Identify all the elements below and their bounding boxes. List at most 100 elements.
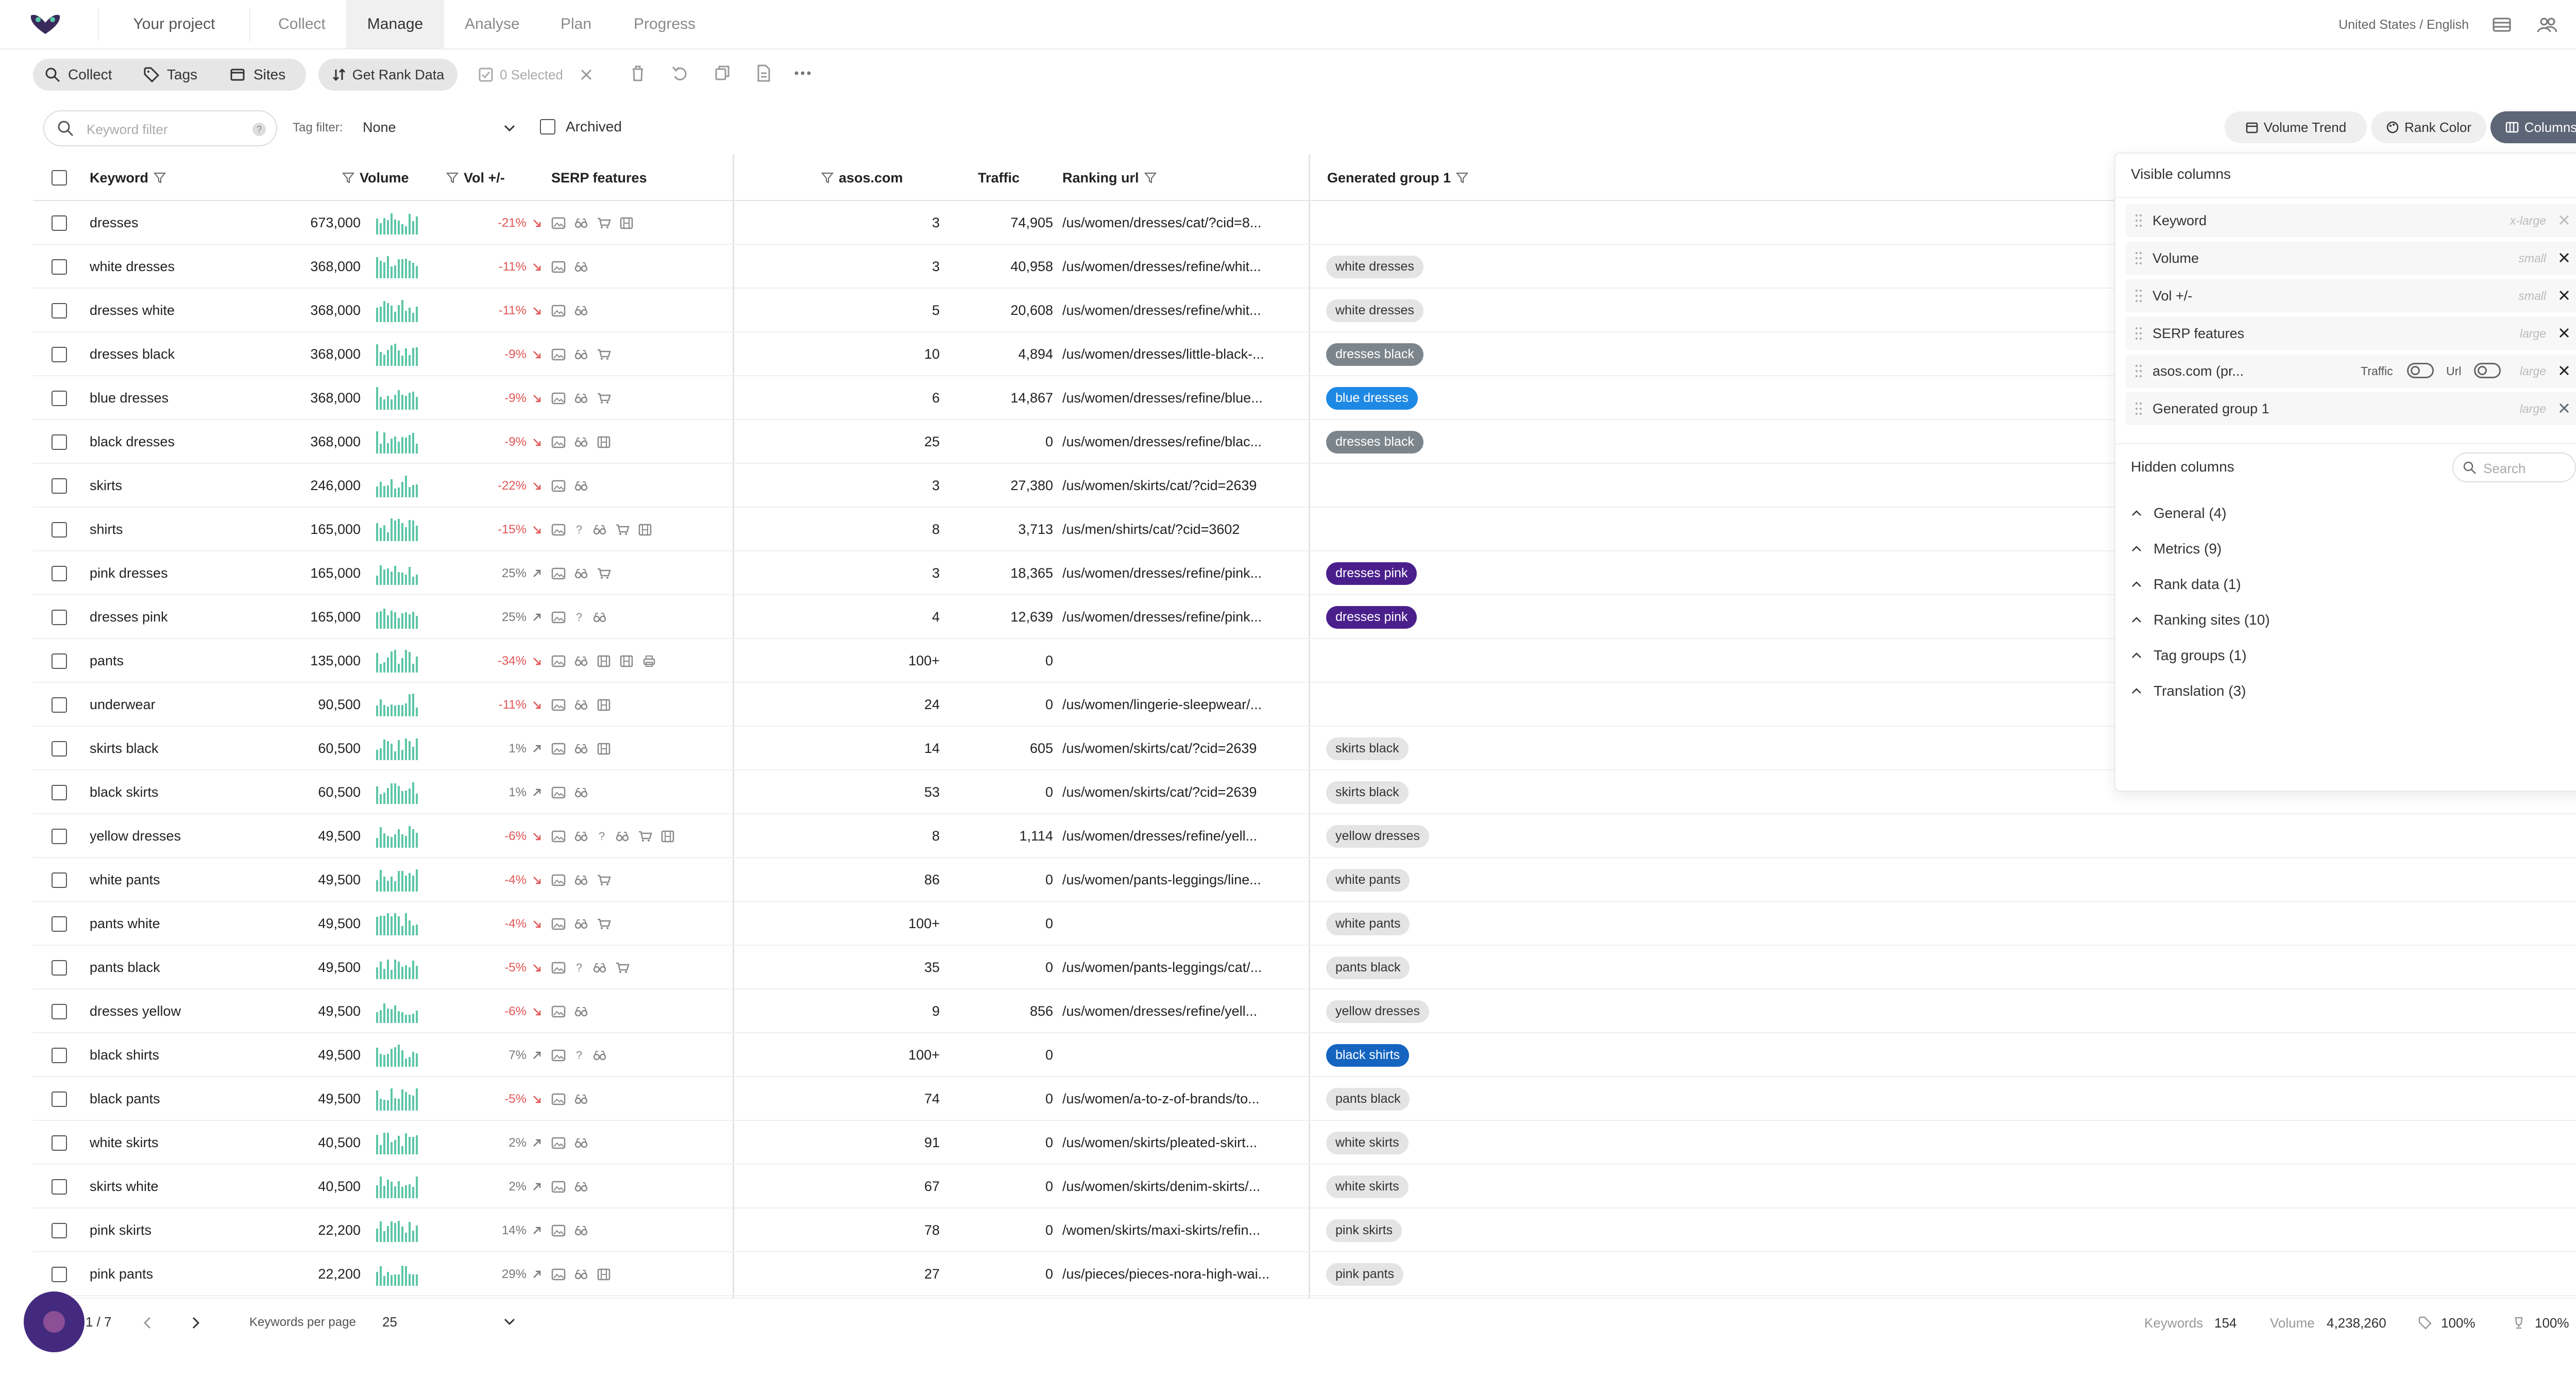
ranking-url-cell[interactable]: /us/women/dresses/refine/whit... [1062,289,1284,332]
row-checkbox-cell[interactable] [52,420,67,464]
group-badge[interactable]: skirts black [1326,737,1409,760]
table-row[interactable]: pants white 49,500 -4% 100+ 0 white pants [33,902,2576,946]
table-row[interactable]: black shirts 49,500 7%? 100+ 0 black shirts [33,1033,2576,1077]
row-checkbox[interactable] [52,215,67,231]
rank-cell[interactable]: 10 [744,332,940,376]
ranking-url-cell[interactable]: /us/women/dresses/refine/blac... [1062,420,1284,464]
group-badge[interactable]: white skirts [1326,1131,1409,1154]
keyword-cell[interactable]: skirts white [90,1165,159,1208]
ranking-url-cell[interactable] [1062,1033,1284,1077]
group-badge[interactable]: pants black [1326,1087,1410,1111]
filter-funnel-icon[interactable] [821,172,834,184]
group-badge[interactable]: dresses pink [1326,606,1417,629]
header-volume[interactable]: Volume [342,155,409,201]
visible-column-item[interactable]: Generated group 1 large [2126,392,2576,425]
chevron-right-icon[interactable] [188,1315,203,1331]
remove-column-close-icon[interactable] [2557,326,2571,340]
keyword-cell[interactable]: dresses yellow [90,989,181,1033]
row-checkbox-cell[interactable] [52,1165,67,1208]
hidden-column-section[interactable]: Translation (3) [2131,683,2246,699]
clear-selection-close-icon[interactable] [580,68,593,81]
row-checkbox[interactable] [52,434,67,450]
keyword-cell[interactable]: pants white [90,902,160,946]
grid-layout-icon[interactable] [2490,13,2513,36]
ranking-url-cell[interactable]: /us/pieces/pieces-nora-high-wai... [1062,1252,1284,1296]
remove-column-close-icon[interactable] [2557,213,2571,227]
row-checkbox[interactable] [52,872,67,888]
rank-cell[interactable]: 4 [744,595,940,639]
row-checkbox-cell[interactable] [52,989,67,1033]
column-size[interactable]: large [2520,364,2546,378]
rank-cell[interactable]: 9 [744,989,940,1033]
drag-handle-icon[interactable] [2135,289,2142,303]
keyword-cell[interactable]: black shirts [90,1033,159,1077]
tab-analyse[interactable]: Analyse [444,0,539,48]
row-checkbox-cell[interactable] [52,289,67,332]
visible-column-item[interactable]: Keyword x-large [2126,204,2576,237]
row-checkbox[interactable] [52,303,67,318]
ranking-url-cell[interactable]: /us/women/pants-leggings/cat/... [1062,946,1284,989]
visible-column-item[interactable]: Volume small [2126,242,2576,275]
drag-handle-icon[interactable] [2135,326,2142,341]
table-row[interactable]: white pants 49,500 -4% 86 0/us/women/pants-l… [33,858,2576,902]
rank-cell[interactable]: 24 [744,683,940,727]
row-checkbox-cell[interactable] [52,1121,67,1165]
row-checkbox-cell[interactable] [52,332,67,376]
rank-cell[interactable]: 8 [744,508,940,551]
hidden-column-section[interactable]: General (4) [2131,505,2227,522]
row-checkbox-cell[interactable] [52,683,67,727]
ranking-url-cell[interactable]: /us/women/dresses/little-black-... [1062,332,1284,376]
hidden-columns-search-input[interactable]: Search [2452,452,2576,482]
remove-column-close-icon[interactable] [2557,364,2571,377]
archived-toggle[interactable]: Archived [540,119,622,135]
group-badge[interactable]: pink skirts [1326,1219,1402,1242]
column-size[interactable]: small [2518,251,2546,265]
rank-cell[interactable]: 3 [744,551,940,595]
rank-cell[interactable]: 78 [744,1208,940,1252]
row-checkbox[interactable] [52,522,67,538]
filter-funnel-icon[interactable] [1144,172,1157,184]
ranking-url-cell[interactable]: /us/women/skirts/cat/?cid=2639 [1062,770,1284,814]
column-size[interactable]: large [2520,327,2546,341]
team-icon[interactable] [2536,13,2558,36]
keyword-cell[interactable]: shirts [90,508,123,551]
table-row[interactable]: pants black 49,500 -5%? 35 0/us/women/pants-… [33,946,2576,989]
drag-handle-icon[interactable] [2135,213,2142,228]
keyword-cell[interactable]: dresses pink [90,595,168,639]
group-badge[interactable]: white skirts [1326,1175,1409,1198]
group-badge[interactable]: yellow dresses [1326,825,1429,848]
url-toggle[interactable] [2474,363,2501,378]
keyword-cell[interactable]: skirts black [90,727,159,770]
more-options-icon[interactable] [792,63,813,83]
header-traffic[interactable]: Traffic [978,155,1020,201]
table-row[interactable]: pink skirts 22,200 14% 78 0/women/skirts/max… [33,1208,2576,1252]
tags-button[interactable]: Tags [143,59,197,91]
visible-column-item[interactable]: Vol +/- small [2126,279,2576,312]
remove-column-close-icon[interactable] [2557,251,2571,264]
remove-column-close-icon[interactable] [2557,401,2571,415]
rank-cell[interactable]: 86 [744,858,940,902]
keyword-cell[interactable]: white dresses [90,245,175,289]
rank-cell[interactable]: 100+ [744,902,940,946]
group-badge[interactable]: white pants [1326,912,1410,935]
ranking-url-cell[interactable]: /us/women/dresses/refine/yell... [1062,989,1284,1033]
keyword-cell[interactable]: blue dresses [90,376,168,420]
tab-plan[interactable]: Plan [539,0,613,48]
row-checkbox-cell[interactable] [52,770,67,814]
undo-icon[interactable] [670,63,690,83]
row-checkbox[interactable] [52,259,67,275]
ranking-url-cell[interactable]: /us/women/skirts/cat/?cid=2639 [1062,727,1284,770]
keyword-cell[interactable]: white skirts [90,1121,159,1165]
row-checkbox-cell[interactable] [52,201,67,245]
trash-icon[interactable] [628,63,648,83]
keyword-cell[interactable]: pink dresses [90,551,168,595]
rank-cell[interactable]: 100+ [744,639,940,683]
keyword-cell[interactable]: skirts [90,464,122,508]
table-row[interactable]: skirts white 40,500 2% 67 0/us/women/skirts/… [33,1165,2576,1208]
row-checkbox[interactable] [52,390,67,406]
ranking-url-cell[interactable]: /us/women/skirts/denim-skirts/... [1062,1165,1284,1208]
group-badge[interactable]: blue dresses [1326,387,1418,410]
keyword-cell[interactable]: dresses [90,201,139,245]
header-generated-group[interactable]: Generated group 1 [1327,155,1469,201]
ranking-url-cell[interactable]: /us/women/dresses/cat/?cid=8... [1062,201,1284,245]
